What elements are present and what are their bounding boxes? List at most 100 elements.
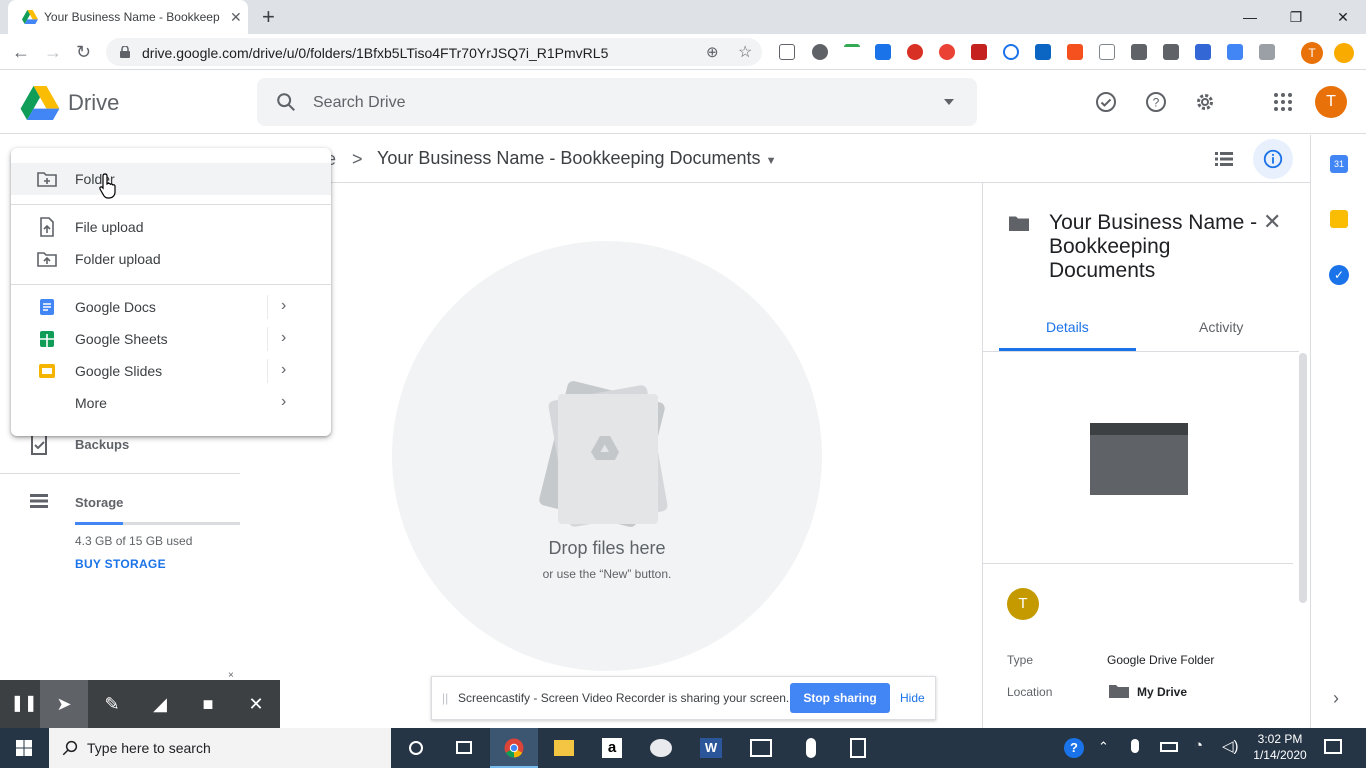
clock-date[interactable]: 1/14/2020	[1250, 748, 1310, 762]
extension-icon[interactable]	[875, 44, 891, 60]
extension-icon[interactable]	[1003, 44, 1019, 60]
menu-item-google-sheets[interactable]: Google Sheets ›	[11, 323, 331, 355]
location-value[interactable]: My Drive	[1137, 685, 1187, 699]
file-explorer-icon[interactable]	[540, 728, 588, 768]
calendar-icon[interactable]: 31	[1330, 155, 1348, 173]
drive-logo-icon[interactable]	[20, 86, 60, 120]
view-details-button[interactable]	[1253, 139, 1293, 179]
drag-handle-icon[interactable]: ||	[442, 691, 448, 705]
extension-icon[interactable]	[812, 44, 828, 60]
tab-activity[interactable]: Activity	[1199, 319, 1243, 335]
extension-icon[interactable]	[779, 44, 795, 60]
microphone-icon[interactable]	[1131, 739, 1139, 753]
menu-item-more[interactable]: More ›	[11, 387, 331, 419]
tab-close-icon[interactable]: ✕	[230, 9, 242, 26]
dismiss-icon[interactable]: ×	[228, 670, 234, 681]
chevron-right-icon[interactable]: ›	[281, 329, 286, 347]
keep-icon[interactable]	[1330, 210, 1348, 228]
menu-item-folder-upload[interactable]: Folder upload	[11, 243, 331, 275]
voice-recorder-icon[interactable]	[786, 728, 834, 768]
cursor-tool-icon[interactable]: ➤	[40, 680, 88, 728]
chevron-right-icon[interactable]: ›	[281, 297, 286, 315]
cortana-icon[interactable]	[392, 728, 440, 768]
extension-icon[interactable]	[844, 44, 860, 60]
chevron-right-icon[interactable]: ›	[281, 393, 286, 411]
chevron-right-icon[interactable]: ›	[281, 361, 286, 379]
extension-icon[interactable]	[971, 44, 987, 60]
update-icon[interactable]	[1334, 43, 1354, 63]
tab-details[interactable]: Details	[1046, 319, 1089, 335]
pen-tool-icon[interactable]: ✎	[88, 680, 136, 728]
notifications-icon[interactable]	[1324, 739, 1342, 754]
taskbar-search-input[interactable]: Type here to search	[87, 740, 211, 756]
sidebar-item-backups[interactable]: Backups	[75, 437, 129, 452]
windows-start-icon[interactable]	[16, 740, 32, 756]
extension-icon[interactable]	[1067, 44, 1083, 60]
new-tab-icon[interactable]: +	[262, 4, 275, 30]
sidebar-item-storage[interactable]: Storage	[75, 495, 123, 510]
minimize-icon[interactable]: —	[1227, 4, 1273, 30]
buy-storage-link[interactable]: BUY STORAGE	[75, 557, 166, 571]
eraser-tool-icon[interactable]: ◢	[136, 680, 184, 728]
window-close-icon[interactable]: ✕	[1320, 4, 1366, 30]
clock-time[interactable]: 3:02 PM	[1250, 732, 1310, 746]
extension-icon[interactable]	[1195, 44, 1211, 60]
word-icon[interactable]: W	[686, 728, 734, 768]
breadcrumb-current[interactable]: Your Business Name - Bookkeeping Documen…	[377, 148, 776, 169]
settings-gear-icon[interactable]	[1193, 90, 1217, 114]
back-icon[interactable]: ←	[12, 42, 30, 63]
menu-item-google-slides[interactable]: Google Slides ›	[11, 355, 331, 387]
offline-check-icon[interactable]	[1094, 90, 1118, 114]
search-icon[interactable]	[275, 91, 297, 113]
stop-sharing-button[interactable]: Stop sharing	[790, 683, 890, 713]
battery-icon[interactable]	[1160, 742, 1178, 752]
task-view-icon[interactable]	[440, 728, 488, 768]
profile-avatar[interactable]: T	[1301, 42, 1323, 64]
calculator-icon[interactable]	[834, 728, 882, 768]
chrome-app-icon[interactable]	[490, 728, 538, 768]
tasks-icon[interactable]: ✓	[1329, 265, 1349, 285]
list-view-icon[interactable]	[1215, 151, 1233, 167]
details-scrollbar[interactable]	[1299, 353, 1307, 603]
help-tray-icon[interactable]: ?	[1064, 738, 1084, 758]
show-hidden-icons-icon[interactable]: ⌃	[1098, 739, 1109, 755]
apps-grid-icon[interactable]	[1271, 90, 1295, 114]
close-icon[interactable]: ✕	[1263, 209, 1281, 235]
camera-icon[interactable]: ■	[184, 680, 232, 728]
extension-icon[interactable]	[1131, 44, 1147, 60]
extension-icon[interactable]	[1163, 44, 1179, 60]
menu-item-label: Folder upload	[75, 251, 161, 267]
reload-icon[interactable]: ↻	[76, 42, 91, 63]
owner-avatar[interactable]: T	[1007, 588, 1039, 620]
extension-icon[interactable]	[1099, 44, 1115, 60]
search-options-icon[interactable]	[943, 98, 955, 106]
extension-icon[interactable]	[1259, 44, 1275, 60]
browser-tab[interactable]: Your Business Name - Bookkeep ✕	[8, 0, 248, 34]
menu-item-google-docs[interactable]: Google Docs ›	[11, 291, 331, 323]
add-icon[interactable]: ⊕	[706, 43, 719, 61]
storage-icon[interactable]	[30, 494, 48, 508]
help-icon[interactable]: ?	[1144, 90, 1168, 114]
taskbar-search[interactable]: Type here to search	[49, 728, 391, 768]
address-bar[interactable]: drive.google.com/drive/u/0/folders/1Bfxb…	[106, 38, 762, 66]
restore-icon[interactable]: ❐	[1273, 4, 1319, 30]
photos-icon[interactable]	[736, 728, 784, 768]
wifi-icon[interactable]: ◔	[1194, 737, 1203, 754]
paint-app-icon[interactable]	[636, 728, 684, 768]
volume-icon[interactable]: ◁)	[1222, 737, 1239, 755]
zoom-extension-icon[interactable]	[1227, 44, 1243, 60]
close-toolbar-icon[interactable]: ✕	[232, 680, 280, 728]
search-bar[interactable]: Search Drive	[257, 78, 977, 126]
extension-icon[interactable]	[939, 44, 955, 60]
amazon-icon[interactable]: a	[588, 728, 636, 768]
adblock-icon[interactable]	[907, 44, 923, 60]
forward-icon[interactable]: →	[44, 42, 62, 63]
linkedin-icon[interactable]	[1035, 44, 1051, 60]
account-avatar[interactable]: T	[1315, 86, 1347, 118]
hide-button[interactable]: Hide	[900, 691, 925, 705]
menu-item-folder[interactable]: Folder	[11, 163, 331, 195]
bookmark-star-icon[interactable]: ☆	[738, 42, 752, 62]
menu-item-file-upload[interactable]: File upload	[11, 211, 331, 243]
search-input[interactable]: Search Drive	[313, 94, 405, 112]
expand-panel-icon[interactable]: ›	[1333, 688, 1339, 709]
